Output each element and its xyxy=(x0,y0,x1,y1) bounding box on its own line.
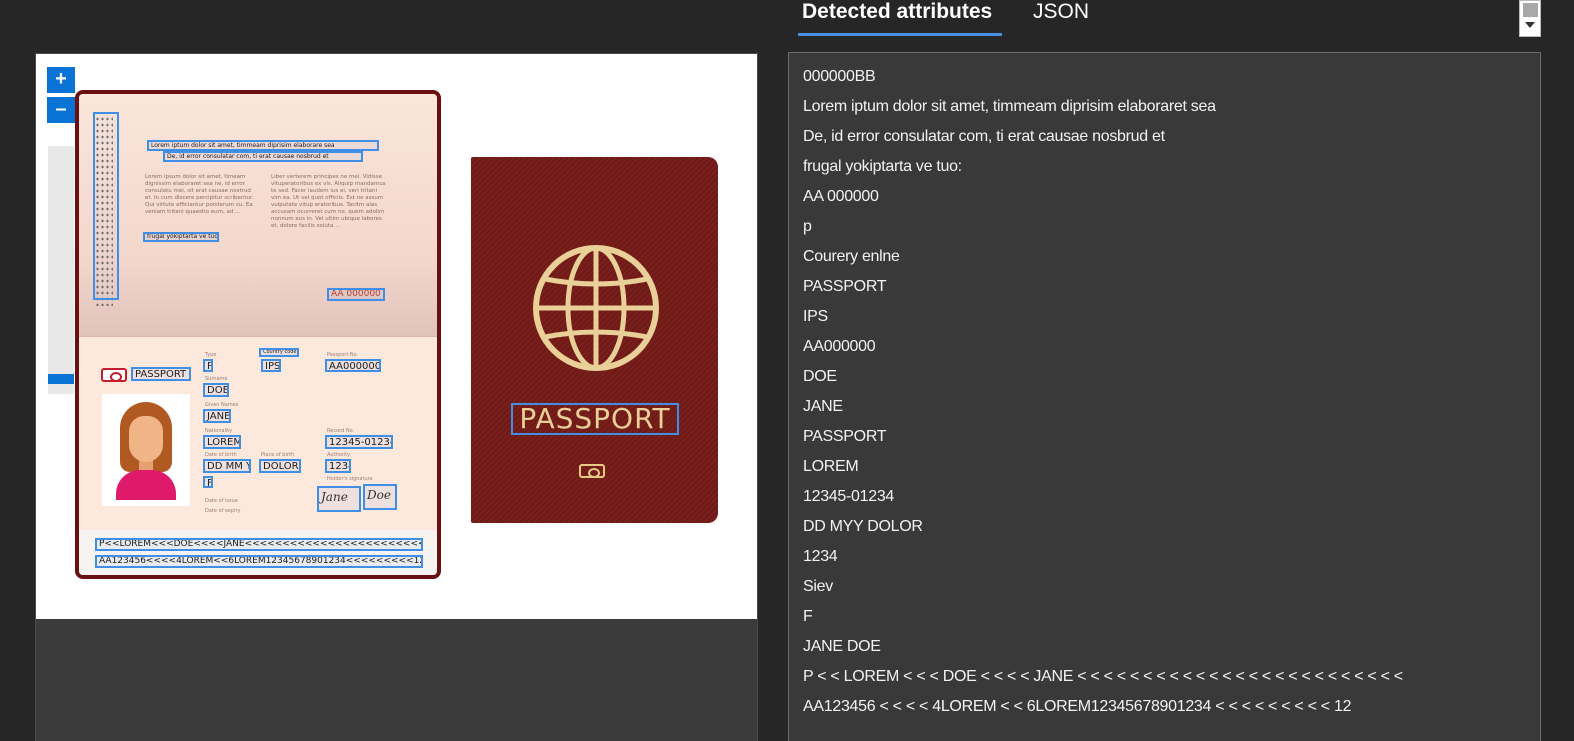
chevron-down-icon[interactable] xyxy=(1525,22,1535,28)
detected-text-line: Courery enlne xyxy=(803,248,900,265)
bbox-page-number[interactable]: AA 000000 xyxy=(327,288,385,301)
bbox-country-code-label[interactable]: Country code xyxy=(259,348,299,357)
label-passport-no: Passport No. xyxy=(327,352,359,358)
detected-text-line: AA123456 < < < < 4LOREM < < 6LOREM123456… xyxy=(803,698,1352,715)
detected-text-line: IPS xyxy=(803,308,828,325)
label-given-names: Given Names xyxy=(205,402,239,408)
bbox-mrz-line-2[interactable]: AA123456<<<<4LOREM<<6LOREM12345678901234… xyxy=(95,555,423,568)
bbox-header-line-2[interactable]: De, id error consulatar com, ti erat cau… xyxy=(163,151,363,162)
detected-text-line: F xyxy=(803,608,813,625)
label-holder-signature: Holder's signature xyxy=(327,476,373,482)
label-pob: Place of birth xyxy=(261,452,295,458)
document-canvas: Lorem iptum dolor sit amet, timmeam dipr… xyxy=(36,54,757,619)
bbox-header-line-1[interactable]: Lorem iptum dolor sit amet, timmeam dipr… xyxy=(147,140,379,151)
detected-text-line: AA 000000 xyxy=(803,188,879,205)
bbox-signature-doe[interactable]: Doe xyxy=(363,484,397,510)
bbox-fine-line[interactable]: frugal yokiptarta ve tuo: xyxy=(143,232,219,242)
bbox-pob[interactable]: DOLOR xyxy=(259,459,301,473)
label-dob: Date of birth xyxy=(205,452,237,458)
fine-print-left: Lorem ipsum dolor sit amet, timeam digni… xyxy=(145,174,254,215)
detected-text-panel[interactable]: 000000BB Lorem iptum dolor sit amet, timm… xyxy=(788,52,1541,741)
detected-text-line: DD MYY DOLOR xyxy=(803,518,923,535)
bbox-code[interactable]: IPS xyxy=(261,359,281,372)
passport-chip-icon xyxy=(101,368,127,382)
bbox-type[interactable]: P xyxy=(203,359,213,372)
bbox-passport-no[interactable]: AA000000 xyxy=(325,359,381,372)
bbox-passport-label[interactable]: PASSPORT xyxy=(131,367,191,381)
label-surname: Surname xyxy=(205,376,228,382)
detected-text-line: 1234 xyxy=(803,548,838,565)
label-record-no: Record No. xyxy=(327,428,355,434)
holder-photo xyxy=(102,394,190,506)
tab-json[interactable]: JSON xyxy=(1033,0,1093,36)
detected-text-line: JANE xyxy=(803,398,843,415)
label-nationality: Nationality xyxy=(205,428,233,434)
bbox-serial[interactable] xyxy=(93,112,119,300)
bbox-record-no[interactable]: 12345-01234 xyxy=(325,435,393,449)
passport-upper-page: Lorem iptum dolor sit amet, timmeam dipr… xyxy=(79,94,437,337)
tabs-scrollbar[interactable] xyxy=(1519,0,1541,37)
detected-text-line: Siev xyxy=(803,578,833,595)
tab-detected-attributes[interactable]: Detected attributes xyxy=(798,0,1002,36)
label-date-of-expiry: Date of expiry xyxy=(205,508,241,514)
detected-text-line: DOE xyxy=(803,368,837,385)
bbox-given-names[interactable]: JANE xyxy=(203,409,231,423)
bbox-authority[interactable]: 1234 xyxy=(325,459,351,473)
document-viewer: Lorem iptum dolor sit amet, timmeam dipr… xyxy=(35,53,758,741)
passport-cover: PASSPORT xyxy=(471,157,718,523)
globe-icon xyxy=(533,245,659,371)
detected-text-line: P < < LOREM < < < DOE < < < < JANE < < <… xyxy=(803,668,1403,685)
detected-text-line: Lorem iptum dolor sit amet, timmeam dipr… xyxy=(803,98,1216,115)
label-date-of-issue: Date of issue xyxy=(205,498,238,504)
fine-print-right: Liber verterem principes ne mei. Vidisse… xyxy=(271,174,386,229)
detected-text-line: frugal yokiptarta ve tuo: xyxy=(803,158,962,175)
zoom-slider-handle[interactable] xyxy=(48,374,74,384)
detected-text-line: De, id error consulatar com, ti erat cau… xyxy=(803,128,1165,145)
detected-text-line: JANE DOE xyxy=(803,638,881,655)
bbox-mrz-line-1[interactable]: P<<LOREM<<<DOE<<<<JANE<<<<<<<<<<<<<<<<<<… xyxy=(95,538,423,551)
label-authority: Authority xyxy=(327,452,351,458)
bbox-dob[interactable]: DD MM YY xyxy=(203,459,251,473)
bbox-signature-jane[interactable]: Jane xyxy=(317,486,361,512)
passport-data-page: Lorem iptum dolor sit amet, timmeam dipr… xyxy=(75,90,441,579)
machine-readable-zone: P<<LOREM<<<DOE<<<<JANE<<<<<<<<<<<<<<<<<<… xyxy=(79,530,437,575)
bbox-cover-passport[interactable]: PASSPORT xyxy=(511,403,679,435)
detected-text-line: AA000000 xyxy=(803,338,876,355)
detected-text-line: LOREM xyxy=(803,458,859,475)
scrollbar-thumb[interactable] xyxy=(1523,3,1538,17)
label-type: Type xyxy=(205,352,217,358)
passport-chip-icon xyxy=(579,464,605,478)
detected-text-line: PASSPORT xyxy=(803,278,887,295)
bbox-nationality[interactable]: LOREM xyxy=(203,435,241,449)
detected-text-list: 000000BB Lorem iptum dolor sit amet, timm… xyxy=(803,63,1540,723)
detected-text-line: p xyxy=(803,218,812,235)
zoom-slider-track[interactable] xyxy=(48,146,74,394)
detected-text-line: 12345-01234 xyxy=(803,488,895,505)
bbox-sex[interactable]: F xyxy=(203,476,213,488)
detected-text-line: 000000BB xyxy=(803,68,876,85)
passport-lower-page: PASSPORT Type P Country code IPS Passpor… xyxy=(79,338,437,530)
zoom-out-button[interactable]: – xyxy=(47,97,75,123)
bbox-surname[interactable]: DOE xyxy=(203,383,229,397)
zoom-in-button[interactable]: + xyxy=(47,67,75,93)
detected-text-line: PASSPORT xyxy=(803,428,887,445)
